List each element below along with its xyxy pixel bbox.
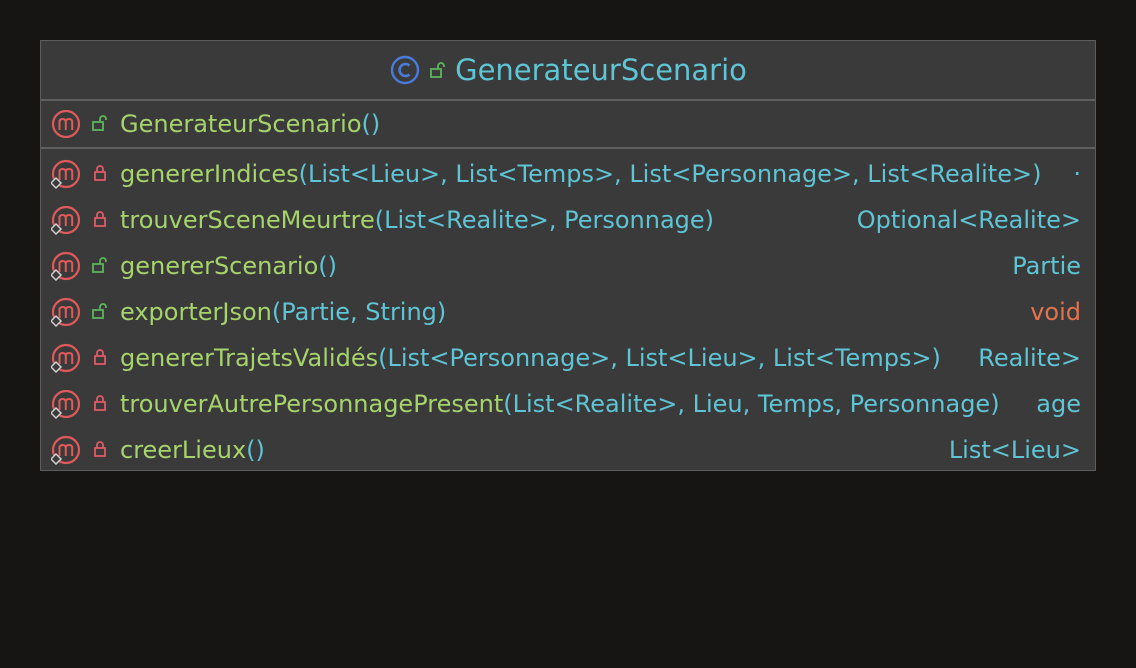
method-row[interactable]: trouverAutrePersonnagePresent (List<Reali…	[41, 381, 1095, 427]
public-unlock-icon	[92, 115, 107, 131]
method-name: genererTrajetsValidés	[120, 344, 379, 372]
constructor-row[interactable]: GenerateurScenario()	[41, 101, 1095, 149]
public-unlock-icon	[92, 257, 107, 273]
constructor-signature: ()	[361, 110, 381, 138]
method-icon	[51, 159, 81, 189]
class-header: GenerateurScenario	[41, 41, 1095, 101]
private-lock-icon	[94, 395, 106, 411]
method-return-type: age	[1036, 390, 1081, 418]
class-icon	[390, 55, 420, 85]
constructor-name: GenerateurScenario	[120, 110, 362, 138]
method-row[interactable]: trouverSceneMeurtre (List<Realite>, Perso…	[41, 197, 1095, 243]
class-name[interactable]: GenerateurScenario	[455, 53, 747, 87]
public-unlock-icon	[92, 303, 107, 319]
method-row[interactable]: creerLieux() List<Lieu>	[41, 427, 1095, 473]
method-row[interactable]: exporterJson (Partie, String) void	[41, 289, 1095, 335]
method-row[interactable]: genererIndices (List<Lieu>, List<Temps>, …	[41, 151, 1095, 197]
public-unlock-icon	[430, 62, 445, 78]
method-signature: ()	[318, 252, 338, 280]
private-lock-icon	[94, 349, 106, 365]
method-return-type: Optional<Realite>	[856, 206, 1081, 234]
method-row[interactable]: genererTrajetsValidés (List<Personnage>, …	[41, 335, 1095, 381]
method-return-type: ·	[1073, 160, 1081, 188]
method-name: creerLieux	[120, 436, 247, 464]
method-name: trouverSceneMeurtre	[120, 206, 375, 234]
private-lock-icon	[94, 165, 106, 181]
method-name: genererScenario	[120, 252, 319, 280]
method-icon	[51, 343, 81, 373]
method-name: genererIndices	[120, 160, 299, 188]
method-icon	[51, 205, 81, 235]
method-icon	[51, 109, 81, 139]
method-signature: (List<Realite>, Personnage)	[374, 206, 715, 234]
method-name: exporterJson	[120, 298, 272, 326]
method-icon	[51, 389, 81, 419]
method-icon	[51, 251, 81, 281]
method-signature: ()	[246, 436, 265, 464]
method-return-type: List<Lieu>	[948, 436, 1081, 464]
methods-list: genererIndices (List<Lieu>, List<Temps>, …	[41, 149, 1095, 473]
method-signature: (List<Lieu>, List<Temps>, List<Personnag…	[298, 160, 1042, 188]
method-name: trouverAutrePersonnagePresent	[120, 390, 504, 418]
method-icon	[51, 297, 81, 327]
private-lock-icon	[94, 441, 106, 457]
method-signature: (List<Personnage>, List<Lieu>, List<Temp…	[378, 344, 941, 372]
private-lock-icon	[94, 211, 106, 227]
method-row[interactable]: genererScenario() Partie	[41, 243, 1095, 289]
method-signature: (List<Realite>, Lieu, Temps, Personnage)	[503, 390, 1000, 418]
method-icon	[51, 435, 81, 465]
class-node[interactable]: GenerateurScenario GenerateurScenario() …	[40, 40, 1096, 471]
method-return-type: Realite>	[978, 344, 1081, 372]
method-return-type: void	[1030, 298, 1081, 326]
method-return-type: Partie	[1012, 252, 1081, 280]
method-signature: (Partie, String)	[271, 298, 447, 326]
